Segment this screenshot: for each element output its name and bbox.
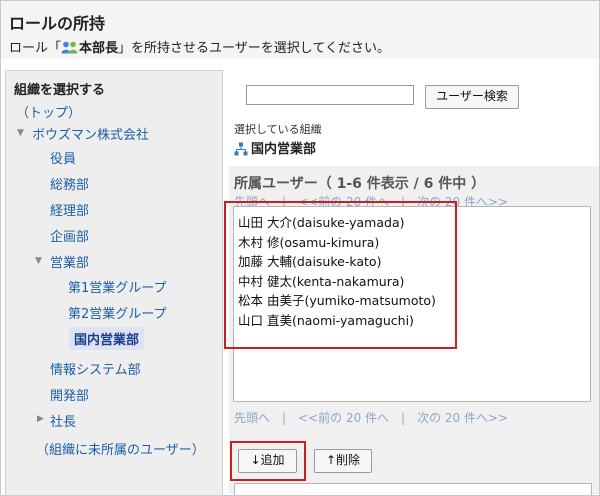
page-description: ロール「 本部長」を所持させるユーザーを選択してください。: [9, 37, 390, 58]
org-tree-item[interactable]: 情報システム部: [50, 359, 141, 378]
org-tree-item[interactable]: 第2営業グループ: [68, 303, 167, 322]
panel-divider: [222, 70, 223, 494]
org-tree-company[interactable]: ボウズマン株式会社: [32, 124, 149, 143]
org-tree-item[interactable]: 経理部: [50, 200, 89, 219]
users-icon: [61, 41, 78, 58]
page-title: ロールの所持: [9, 14, 106, 33]
org-tree-item[interactable]: 総務部: [50, 174, 89, 193]
desc-prefix: ロール「: [9, 41, 62, 56]
add-button[interactable]: ↓追加: [238, 449, 297, 473]
expanded-arrow-icon[interactable]: ▼: [35, 256, 42, 266]
org-tree-unassigned[interactable]: （組織に未所属のユーザー）: [36, 439, 205, 458]
org-tree-item[interactable]: 開発部: [50, 385, 89, 404]
org-tree-president[interactable]: 社長: [50, 411, 76, 430]
desc-suffix: 」を所持させるユーザーを選択してください。: [118, 41, 390, 56]
expanded-arrow-icon[interactable]: ▼: [17, 128, 24, 138]
selected-users-listbox[interactable]: [234, 483, 592, 495]
role-name: 本部長: [79, 41, 119, 56]
selected-org-label: 選択している組織: [234, 123, 322, 136]
org-tree-item[interactable]: 役員: [50, 148, 76, 167]
selected-org-name: 国内営業部: [251, 142, 317, 157]
org-tree-item[interactable]: 企画部: [50, 226, 89, 245]
org-tree-title: 組織を選択する: [14, 83, 106, 98]
collapsed-arrow-icon[interactable]: ▶: [37, 414, 44, 424]
org-tree-panel: 組織を選択する （トップ） ▼ ボウズマン株式会社 役員 総務部 経理部 企画部…: [5, 70, 223, 496]
user-search-input[interactable]: [246, 85, 414, 105]
org-tree-top-link[interactable]: （トップ）: [16, 102, 81, 121]
pager-bottom: 先頭へ | <<前の 20 件へ | 次の 20 件へ>>: [234, 411, 509, 425]
user-search-button[interactable]: ユーザー検索: [425, 85, 519, 109]
selected-org: 国内営業部: [234, 138, 316, 160]
org-tree-item-selected[interactable]: 国内営業部: [69, 327, 145, 350]
remove-button[interactable]: ↑削除: [314, 449, 372, 473]
org-chart-icon: [234, 142, 248, 160]
header: ロールの所持 ロール「 本部長」を所持させるユーザーを選択してください。: [1, 1, 599, 59]
user-select-panel: ユーザー検索 選択している組織 国内営業部 所属ユーザー（ 1-6 件表示 / …: [224, 70, 599, 495]
org-tree-sales[interactable]: 営業部: [50, 252, 89, 271]
users-heading: 所属ユーザー（ 1-6 件表示 / 6 件中 ）: [234, 176, 486, 192]
list-highlight-box: [224, 201, 457, 349]
org-tree-item[interactable]: 第1営業グループ: [68, 277, 167, 296]
